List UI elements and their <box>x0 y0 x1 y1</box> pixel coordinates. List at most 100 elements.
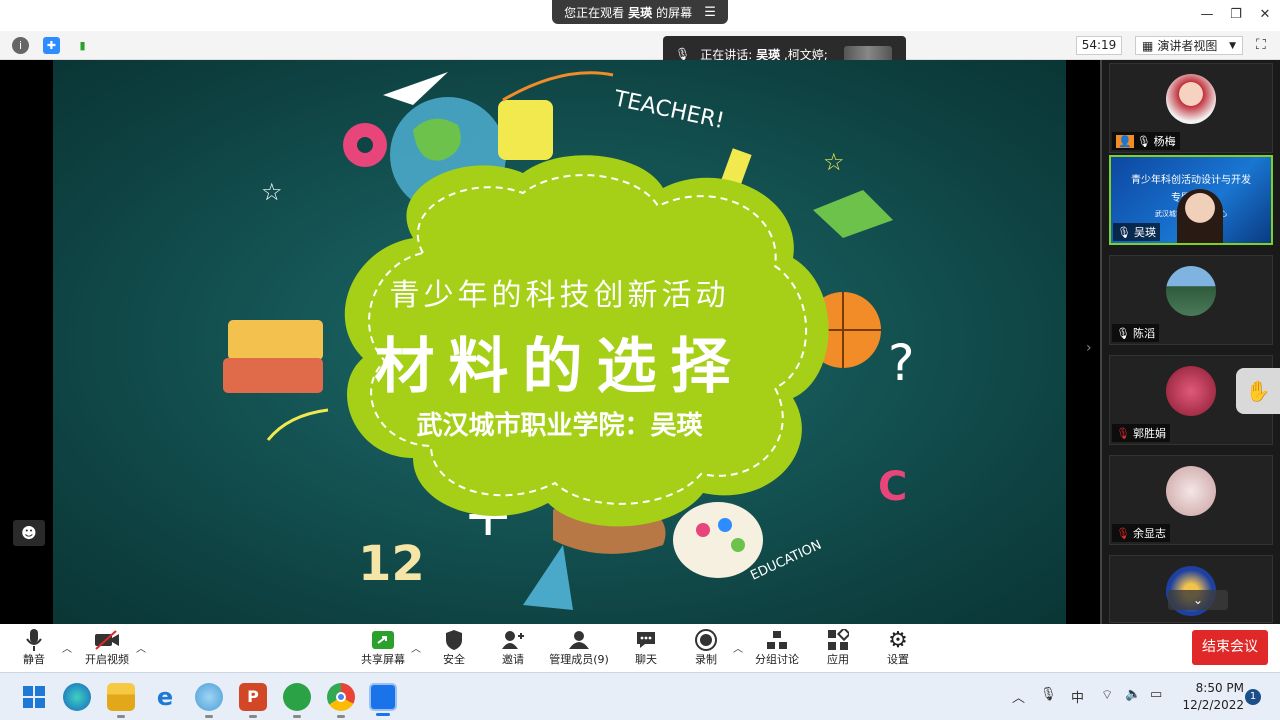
fullscreen-icon[interactable]: ⛶ <box>1256 37 1272 53</box>
chat-icon <box>626 627 666 653</box>
view-mode-button[interactable]: ▦ 演讲者视图 ▼ <box>1135 36 1243 55</box>
users-icon <box>546 627 612 653</box>
minimize-icon[interactable]: — <box>1196 5 1218 25</box>
participant-tile[interactable]: 🎙 陈滔 <box>1109 255 1273 345</box>
participant-label: 🎙 吴瑛 <box>1113 223 1160 241</box>
meeting-app-icon[interactable] <box>195 683 223 718</box>
participant-name: 郭胜娟 <box>1132 427 1166 440</box>
mic-icon: 🎙 <box>675 47 691 61</box>
chat-label: 聊天 <box>635 653 657 666</box>
record-label: 录制 <box>695 653 717 666</box>
mic-muted-icon: 🎙 <box>1116 426 1130 440</box>
svg-text:C: C <box>878 464 907 510</box>
doodle-numbers: 12 <box>358 536 425 592</box>
invite-label: 邀请 <box>502 653 524 666</box>
breakout-rooms-icon <box>752 627 802 653</box>
share-screen-icon <box>358 627 408 653</box>
participant-tile[interactable]: ⌄ <box>1109 555 1273 623</box>
raise-hand-icon[interactable]: ✋ <box>1236 368 1280 414</box>
reaction-icon[interactable]: ☻ <box>13 520 45 546</box>
notification-badge[interactable]: 1 <box>1245 689 1261 705</box>
meeting-timer: 54:19 <box>1076 36 1122 55</box>
thumb-line-1: 青少年科创活动设计与开发 <box>1131 175 1251 186</box>
powerpoint-icon[interactable]: P <box>239 683 267 718</box>
security-button[interactable]: 安全 <box>434 627 474 671</box>
menu-icon[interactable]: ☰ <box>704 5 716 20</box>
presentation-slide: ? 12 + ☆ ☆ TEACHER! EDUCATION C <box>53 60 1066 624</box>
end-meeting-button[interactable]: 结束会议 <box>1192 630 1268 665</box>
windows-start-icon[interactable] <box>20 683 48 711</box>
participant-label: 🎙 陈滔 <box>1112 324 1159 342</box>
participant-name: 余显志 <box>1132 527 1166 540</box>
chevron-up-icon[interactable]: ︿ <box>733 640 743 655</box>
banner-prefix: 您正在观看 <box>564 5 625 20</box>
signal-strength-icon[interactable]: ▮ <box>74 37 91 54</box>
meeting-controls-toolbar: 静音 ︿ 开启视频 ︿ 共享屏幕 ︿ 安全 邀请 管理成员(9) 聊天 录制 ︿… <box>0 624 1280 672</box>
shield-icon <box>434 627 474 653</box>
person-image <box>1177 189 1223 243</box>
chevron-up-icon[interactable]: ︿ <box>1012 687 1025 706</box>
internet-explorer-icon[interactable]: e <box>151 683 179 711</box>
microphone-icon <box>12 627 56 653</box>
chevron-down-icon: ▼ <box>1229 40 1236 51</box>
wifi-icon[interactable]: ⌔ <box>1101 687 1113 703</box>
tencent-meeting-icon[interactable] <box>369 683 397 716</box>
banner-presenter: 吴瑛 <box>628 5 653 20</box>
share-screen-button[interactable]: 共享屏幕 <box>358 627 408 671</box>
avatar <box>1166 74 1216 124</box>
clock-date: 12/2/2022 <box>1182 698 1244 712</box>
close-icon[interactable]: ✕ <box>1254 5 1276 25</box>
participant-tile-active-speaker[interactable]: 青少年科创活动设计与开发 专题研讨 武汉城市职业学院 中心 🎙 吴瑛 <box>1109 155 1273 245</box>
participant-name: 陈滔 <box>1132 327 1155 340</box>
file-explorer-icon[interactable] <box>107 683 135 718</box>
battery-icon[interactable]: ▭ <box>1150 687 1162 702</box>
start-video-button[interactable]: 开启视频 <box>82 627 132 671</box>
settings-button[interactable]: ⚙ 设置 <box>878 627 918 671</box>
breakout-rooms-button[interactable]: 分组讨论 <box>752 627 802 671</box>
grid-icon: ▦ <box>1142 38 1154 53</box>
participant-tile[interactable]: 🎙 余显志 <box>1109 455 1273 545</box>
shield-icon[interactable]: ✚ <box>43 37 60 54</box>
participant-tile[interactable]: 👤 🎙 杨梅 <box>1109 63 1273 153</box>
info-icon[interactable]: i <box>12 37 29 54</box>
host-icon: 👤 <box>1116 134 1134 148</box>
manage-participants-button[interactable]: 管理成员(9) <box>546 627 612 671</box>
video-off-icon <box>82 627 132 653</box>
banner-suffix: 的屏幕 <box>656 5 693 20</box>
gear-icon: ⚙ <box>888 627 908 653</box>
start-video-label: 开启视频 <box>85 653 129 666</box>
edge-browser-icon[interactable] <box>63 683 91 711</box>
apps-button[interactable]: 应用 <box>818 627 858 671</box>
breakout-rooms-label: 分组讨论 <box>755 653 799 666</box>
chrome-icon[interactable] <box>327 683 355 718</box>
chevron-right-icon[interactable]: › <box>1086 340 1092 356</box>
chat-button[interactable]: 聊天 <box>626 627 666 671</box>
system-clock[interactable]: 8:50 PM 12/2/2022 <box>1180 680 1244 714</box>
mic-icon: 🎙 <box>1117 225 1131 239</box>
chevron-up-icon[interactable]: ︿ <box>136 640 146 655</box>
wechat-icon[interactable] <box>283 683 311 718</box>
share-screen-label: 共享屏幕 <box>361 653 405 666</box>
restore-icon[interactable]: ❐ <box>1225 5 1247 25</box>
ime-indicator[interactable]: 中 <box>1071 687 1084 706</box>
viewing-share-banner[interactable]: 您正在观看 吴瑛 的屏幕 ☰ <box>552 0 728 24</box>
add-user-icon <box>493 627 533 653</box>
mic-icon: 🎙 <box>1116 326 1130 340</box>
record-button[interactable]: 录制 <box>686 627 726 671</box>
participant-label: 👤 🎙 杨梅 <box>1112 132 1180 150</box>
view-mode-label: 演讲者视图 <box>1157 39 1218 53</box>
microphone-tray-icon[interactable]: 🎙 <box>1040 687 1057 702</box>
security-label: 安全 <box>443 653 465 666</box>
meeting-top-toolbar: i ✚ ▮ 54:19 ▦ 演讲者视图 ▼ ⛶ <box>0 31 1280 60</box>
apps-icon <box>818 627 858 653</box>
window-title-bar: 您正在观看 吴瑛 的屏幕 ☰ — ❐ ✕ <box>0 0 1280 31</box>
volume-icon[interactable]: 🔈 <box>1125 687 1141 702</box>
invite-button[interactable]: 邀请 <box>493 627 533 671</box>
manage-participants-label: 管理成员(9) <box>549 653 609 666</box>
chevron-up-icon[interactable]: ︿ <box>62 640 72 655</box>
mute-button[interactable]: 静音 <box>12 627 56 671</box>
record-icon <box>686 627 726 653</box>
chevron-down-icon[interactable]: ⌄ <box>1168 590 1228 610</box>
chevron-up-icon[interactable]: ︿ <box>411 640 421 655</box>
avatar <box>1166 266 1216 316</box>
